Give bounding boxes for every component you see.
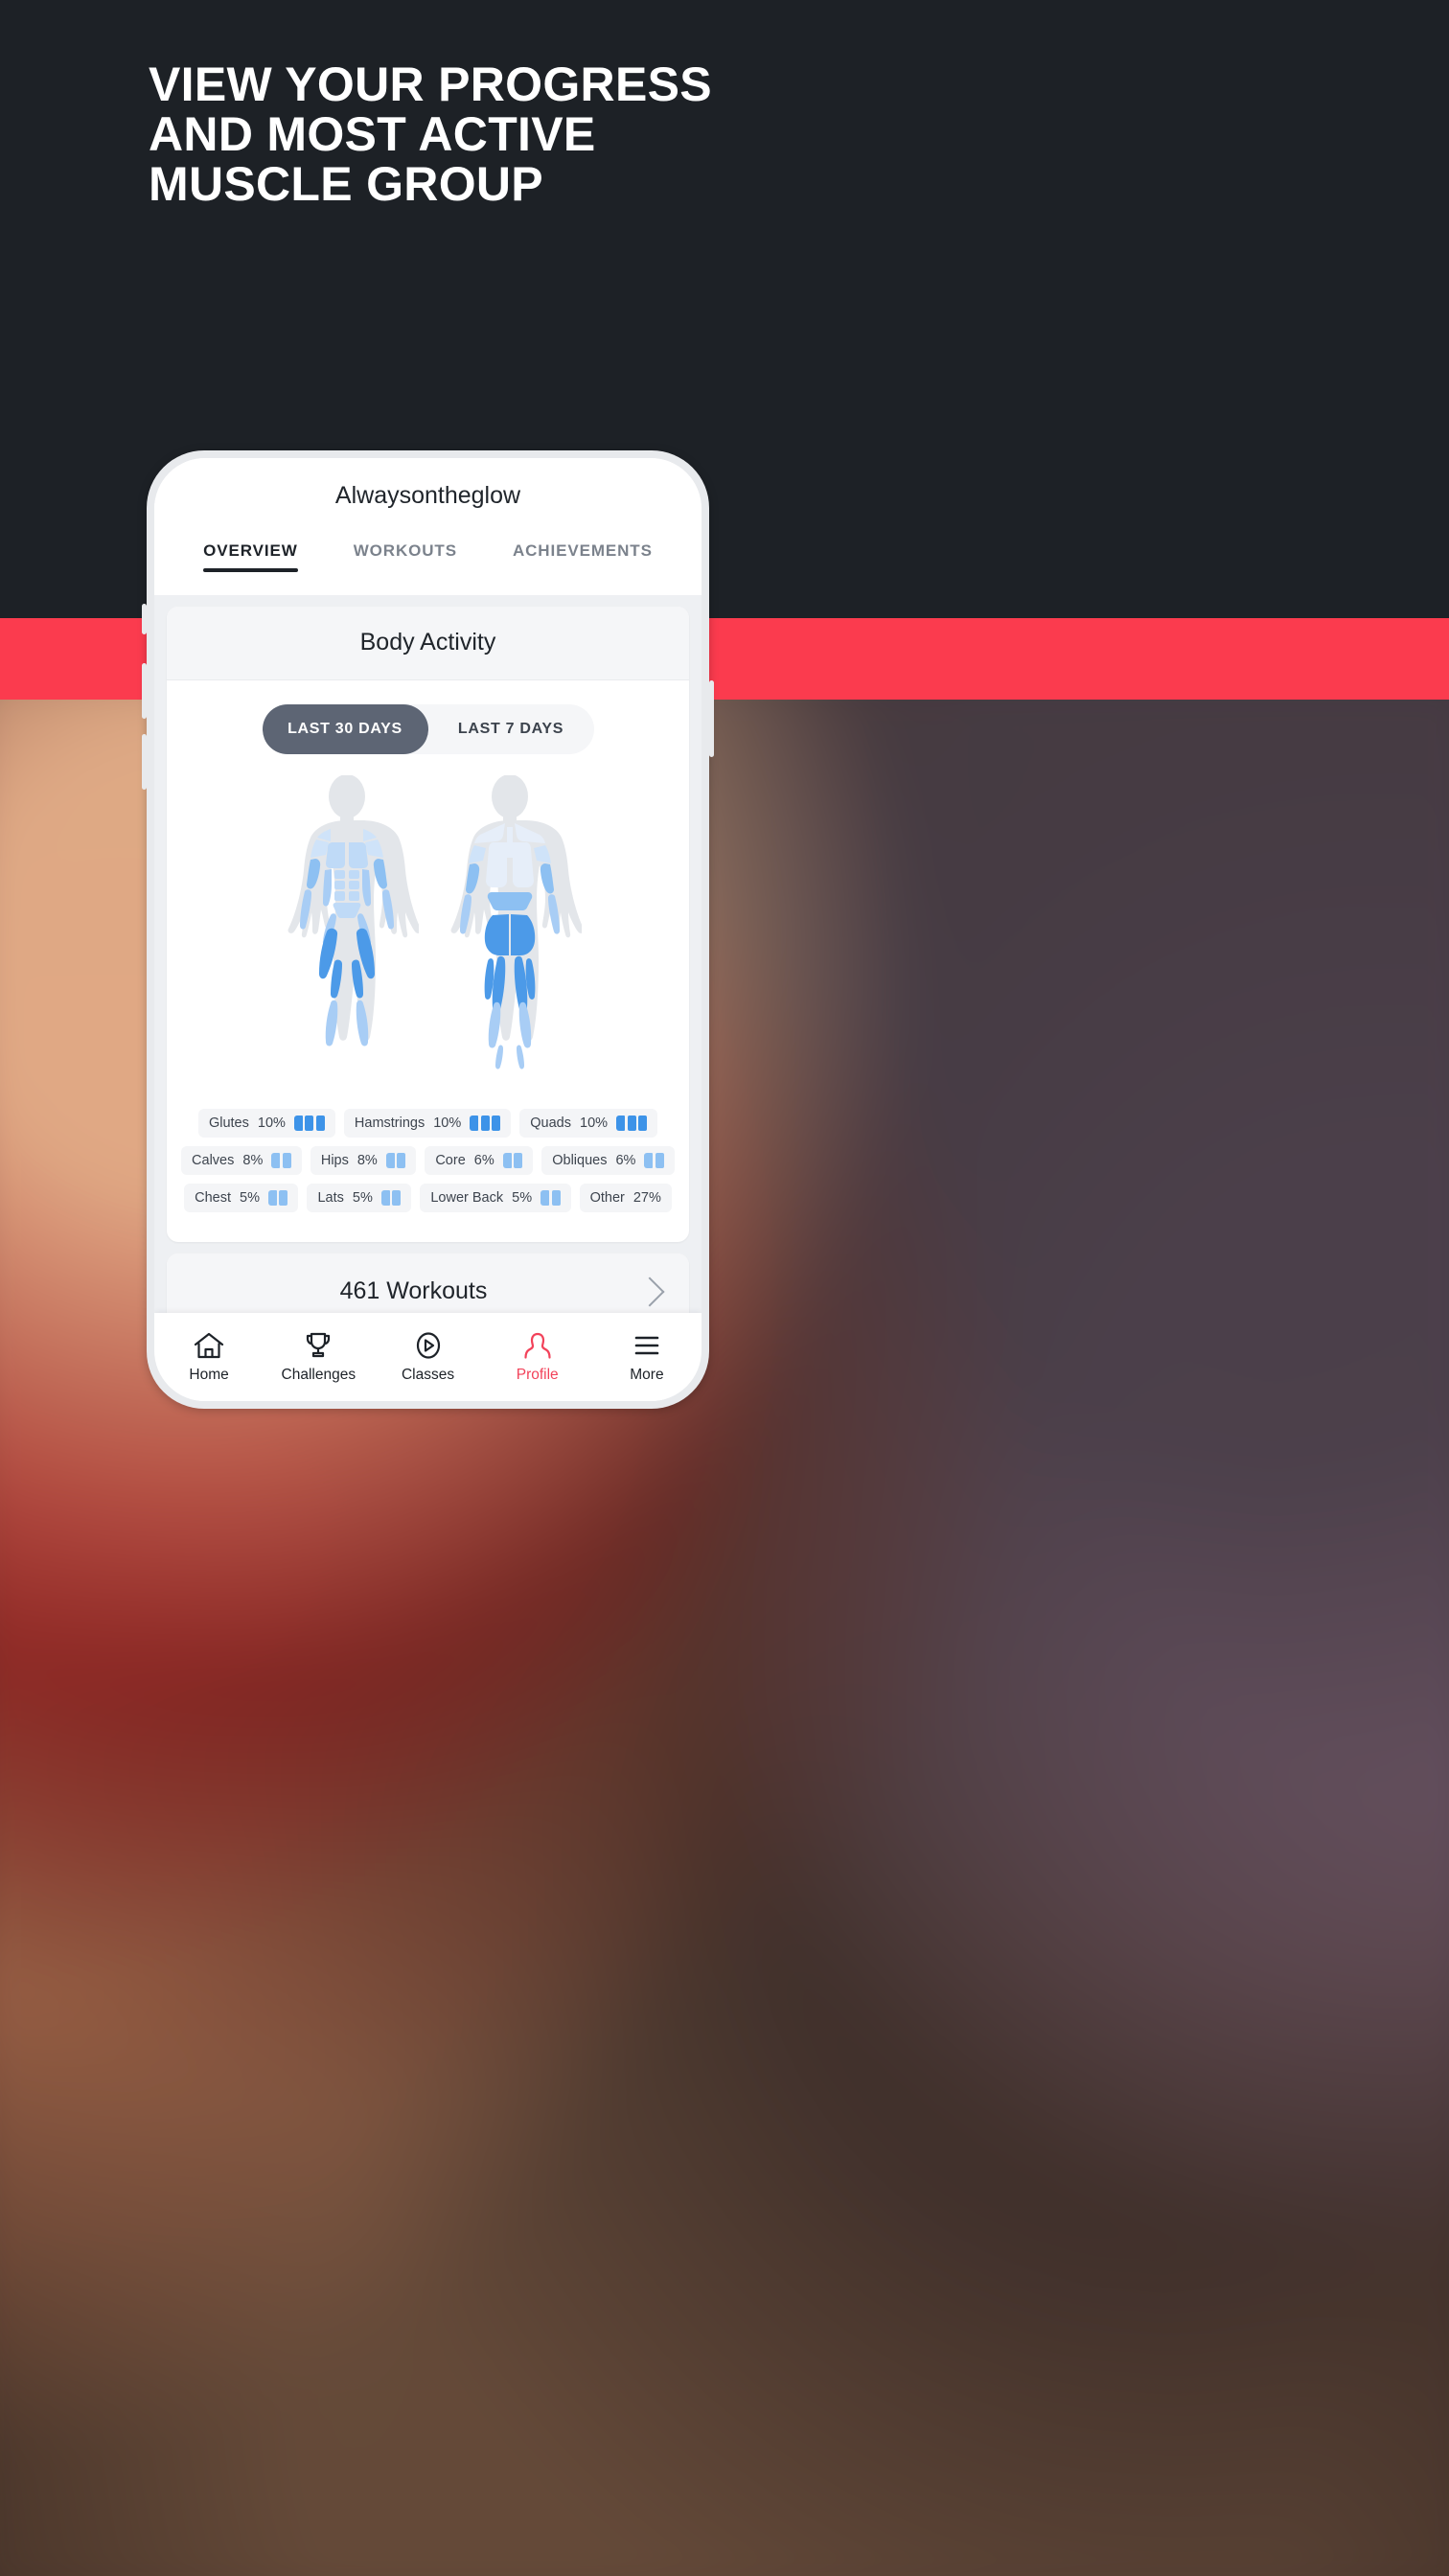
muscle-name: Obliques bbox=[552, 1153, 608, 1168]
muscle-chip-lower-back[interactable]: Lower Back 5% bbox=[420, 1184, 571, 1212]
muscle-percent: 8% bbox=[242, 1153, 264, 1168]
bottom-navigation-bar: Home Challenges Classes Profile More bbox=[154, 1313, 702, 1401]
muscle-intensity-bars bbox=[293, 1116, 325, 1131]
muscle-chip-lats[interactable]: Lats 5% bbox=[307, 1184, 412, 1212]
muscle-chip-chest[interactable]: Chest 5% bbox=[184, 1184, 299, 1212]
person-icon bbox=[524, 1332, 551, 1359]
muscle-chip-core[interactable]: Core 6% bbox=[425, 1146, 534, 1175]
muscle-percent: 10% bbox=[257, 1116, 286, 1131]
back-body-muscle-map[interactable] bbox=[438, 775, 582, 1092]
muscle-chip-calves[interactable]: Calves 8% bbox=[181, 1146, 302, 1175]
nav-label: Classes bbox=[401, 1366, 455, 1383]
nav-item-classes[interactable]: Classes bbox=[373, 1331, 482, 1384]
profile-username: Alwaysontheglow bbox=[334, 481, 521, 509]
muscle-intensity-bars bbox=[644, 1153, 664, 1168]
phone-volume-up-button bbox=[142, 663, 147, 719]
nav-item-challenges[interactable]: Challenges bbox=[264, 1331, 373, 1384]
phone-mute-switch bbox=[142, 604, 147, 634]
muscle-chip-row: Glutes 10% Hamstrings 10% Quads 10% bbox=[180, 1109, 676, 1138]
headline-line-3: MUSCLE GROUP bbox=[149, 157, 543, 211]
muscle-name: Other bbox=[589, 1190, 625, 1206]
headline-line-2: AND MOST ACTIVE bbox=[149, 107, 596, 161]
muscle-intensity-bars bbox=[616, 1116, 648, 1131]
muscle-intensity-bars bbox=[271, 1153, 291, 1168]
muscle-name: Hips bbox=[320, 1153, 349, 1168]
body-activity-title: Body Activity bbox=[167, 607, 689, 680]
muscle-name: Chest bbox=[195, 1190, 231, 1206]
segment-last-30-days[interactable]: LAST 30 DAYS bbox=[262, 704, 428, 754]
nav-label: Challenges bbox=[281, 1366, 356, 1383]
muscle-chip-obliques[interactable]: Obliques 6% bbox=[541, 1146, 675, 1175]
nav-item-profile[interactable]: Profile bbox=[483, 1331, 592, 1384]
muscle-intensity-bars bbox=[385, 1153, 406, 1168]
segment-last-7-days[interactable]: LAST 7 DAYS bbox=[428, 704, 594, 754]
muscle-name: Calves bbox=[192, 1153, 235, 1168]
muscle-breakdown-list: Glutes 10% Hamstrings 10% Quads 10% Calv… bbox=[167, 1109, 689, 1242]
muscle-percent: 5% bbox=[240, 1190, 260, 1206]
muscle-chip-glutes[interactable]: Glutes 10% bbox=[197, 1109, 335, 1138]
muscle-name: Quads bbox=[530, 1116, 571, 1131]
muscle-intensity-bars bbox=[502, 1153, 523, 1168]
phone-mockup: Alwaysontheglow OVERVIEW WORKOUTS ACHIEV… bbox=[142, 450, 714, 1409]
marketing-headline: VIEW YOUR PROGRESS AND MOST ACTIVE MUSCL… bbox=[149, 59, 819, 209]
muscle-name: Hamstrings bbox=[354, 1116, 426, 1131]
nav-label: Profile bbox=[516, 1366, 559, 1383]
front-body-muscle-map[interactable] bbox=[275, 775, 419, 1092]
muscle-chip-quads[interactable]: Quads 10% bbox=[519, 1109, 658, 1138]
tab-achievements[interactable]: ACHIEVEMENTS bbox=[513, 541, 653, 572]
muscle-percent: 6% bbox=[615, 1153, 636, 1168]
nav-item-more[interactable]: More bbox=[592, 1331, 702, 1384]
muscle-percent: 10% bbox=[580, 1116, 609, 1131]
headline-line-1: VIEW YOUR PROGRESS bbox=[149, 58, 712, 111]
app-screen: Alwaysontheglow OVERVIEW WORKOUTS ACHIEV… bbox=[154, 458, 702, 1401]
range-segmented-control[interactable]: LAST 30 DAYS LAST 7 DAYS bbox=[262, 704, 594, 754]
tab-overview[interactable]: OVERVIEW bbox=[203, 541, 298, 572]
muscle-chip-hips[interactable]: Hips 8% bbox=[310, 1146, 417, 1175]
range-selector-wrap: LAST 30 DAYS LAST 7 DAYS bbox=[167, 680, 689, 764]
muscle-name: Glutes bbox=[208, 1116, 249, 1131]
nav-label: Home bbox=[189, 1366, 229, 1383]
overview-scroll-area[interactable]: Body Activity LAST 30 DAYS LAST 7 DAYS G… bbox=[154, 595, 702, 1401]
muscle-name: Lower Back bbox=[430, 1190, 504, 1206]
muscle-percent: 5% bbox=[512, 1190, 533, 1206]
muscle-name: Lats bbox=[317, 1190, 344, 1206]
muscle-percent: 5% bbox=[352, 1190, 373, 1206]
muscle-chip-hamstrings[interactable]: Hamstrings 10% bbox=[343, 1109, 512, 1138]
muscle-percent: 10% bbox=[433, 1116, 462, 1131]
muscle-percent: 6% bbox=[473, 1153, 494, 1168]
tab-workouts[interactable]: WORKOUTS bbox=[354, 541, 457, 572]
phone-power-button bbox=[709, 680, 714, 757]
workouts-count-label: 461 Workouts bbox=[339, 1277, 488, 1304]
nav-item-home[interactable]: Home bbox=[154, 1331, 264, 1384]
muscle-name: Core bbox=[435, 1153, 466, 1168]
muscle-chip-other[interactable]: Other 27% bbox=[579, 1184, 672, 1212]
profile-tab-bar: OVERVIEW WORKOUTS ACHIEVEMENTS bbox=[154, 533, 702, 595]
body-activity-card: Body Activity LAST 30 DAYS LAST 7 DAYS G… bbox=[167, 607, 689, 1242]
body-muscle-diagrams bbox=[167, 764, 689, 1109]
hamburger-icon bbox=[634, 1336, 659, 1354]
muscle-intensity-bars bbox=[540, 1190, 561, 1206]
muscle-intensity-bars bbox=[470, 1116, 501, 1131]
muscle-percent: 8% bbox=[356, 1153, 378, 1168]
play-icon bbox=[416, 1331, 440, 1359]
home-icon bbox=[194, 1332, 224, 1358]
trophy-icon bbox=[307, 1332, 331, 1357]
phone-volume-down-button bbox=[142, 734, 147, 790]
muscle-intensity-bars bbox=[380, 1190, 402, 1206]
app-header: Alwaysontheglow bbox=[154, 458, 702, 533]
muscle-percent: 27% bbox=[632, 1190, 661, 1206]
nav-label: More bbox=[630, 1366, 664, 1383]
muscle-chip-row: Calves 8% Hips 8% Core 6% Obliques 6% bbox=[180, 1146, 676, 1175]
chevron-right-icon[interactable] bbox=[634, 1276, 665, 1307]
muscle-intensity-bars bbox=[267, 1190, 288, 1206]
muscle-chip-row: Chest 5% Lats 5% Lower Back 5% Other 27% bbox=[180, 1184, 676, 1212]
